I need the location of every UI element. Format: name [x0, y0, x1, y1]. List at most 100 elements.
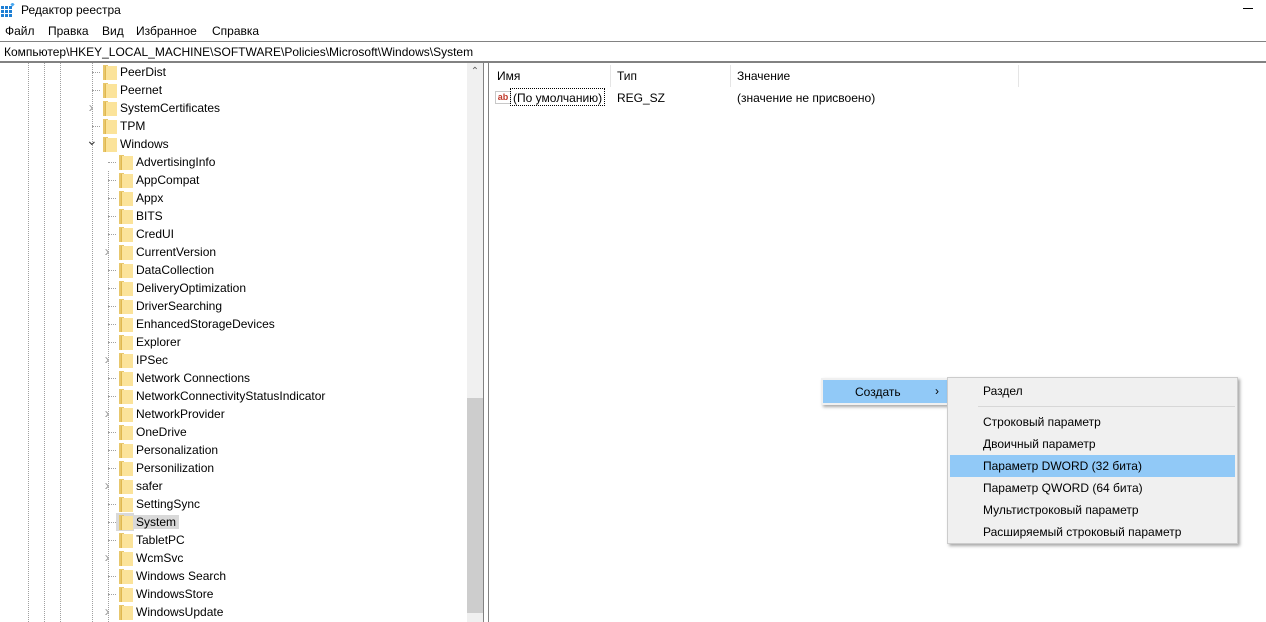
tree-item[interactable]: CredUI	[0, 225, 470, 243]
tree-item[interactable]: WindowsStore	[0, 585, 470, 603]
list-row[interactable]: ab (По умолчанию) REG_SZ (значение не пр…	[489, 88, 1266, 106]
tree-item[interactable]: Network Connections	[0, 369, 470, 387]
tree-item[interactable]: ⌄ Windows	[0, 133, 470, 153]
tree-item[interactable]: AppCompat	[0, 171, 470, 189]
tree-connector	[108, 342, 116, 343]
tree-item-label: NetworkProvider	[136, 407, 225, 421]
tree-item[interactable]: BITS	[0, 207, 470, 225]
tree-item[interactable]: TabletPC	[0, 531, 470, 549]
tree-item-label: CurrentVersion	[136, 245, 217, 259]
tree-item[interactable]: EnhancedStorageDevices	[0, 315, 470, 333]
submenu-item[interactable]: Параметр DWORD (32 бита)	[950, 455, 1235, 477]
menu-help[interactable]: Справка	[212, 24, 259, 38]
submenu-item[interactable]: Параметр QWORD (64 бита)	[950, 477, 1235, 499]
menu-view[interactable]: Вид	[102, 24, 124, 38]
tree-item[interactable]: System	[0, 513, 470, 531]
tree-connector	[108, 450, 116, 451]
tree-scrollbar[interactable]: ⌃	[467, 63, 483, 622]
chevron-right-icon[interactable]: ›	[102, 352, 112, 367]
tree-item[interactable]: Appx	[0, 189, 470, 207]
folder-icon	[118, 532, 133, 548]
folder-icon	[118, 262, 133, 278]
submenu-item-label: Двоичный параметр	[983, 437, 1096, 451]
column-header-value[interactable]: Значение	[737, 63, 790, 87]
chevron-right-icon[interactable]: ›	[102, 604, 112, 619]
column-separator[interactable]	[730, 65, 731, 87]
chevron-right-icon[interactable]: ›	[102, 550, 112, 565]
tree-item-label: Windows	[120, 137, 169, 151]
submenu-item[interactable]: Расширяемый строковый параметр	[950, 521, 1235, 543]
tree-item[interactable]: › safer	[0, 477, 470, 495]
tree-item[interactable]: Explorer	[0, 333, 470, 351]
menu-bar: Файл Правка Вид Избранное Справка	[0, 21, 1266, 41]
tree-item-label: SettingSync	[136, 497, 201, 511]
submenu-item[interactable]: Двоичный параметр	[950, 433, 1235, 455]
registry-tree[interactable]: PeerDist Peernet › SystemCertificates TPM ⌄ Wi…	[0, 63, 483, 622]
tree-item-label: SystemCertificates	[120, 101, 221, 115]
tree-item[interactable]: SettingSync	[0, 495, 470, 513]
value-data: (значение не присвоено)	[737, 91, 876, 105]
menu-file[interactable]: Файл	[5, 24, 35, 38]
tree-connector	[108, 198, 116, 199]
tree-item[interactable]: Personilization	[0, 459, 470, 477]
tree-item-label: Personilization	[136, 461, 215, 475]
tree-item-label: safer	[136, 479, 163, 493]
tree-item[interactable]: › WindowsUpdate	[0, 603, 470, 621]
column-separator[interactable]	[1018, 65, 1019, 87]
tree-connector	[92, 90, 100, 91]
tree-item[interactable]: › IPSec	[0, 351, 470, 369]
value-name[interactable]: (По умолчанию)	[510, 88, 606, 106]
tree-item[interactable]: OneDrive	[0, 423, 470, 441]
column-separator[interactable]	[610, 65, 611, 87]
folder-icon	[118, 190, 133, 206]
menu-item-label: Создать	[855, 385, 901, 399]
folder-icon	[118, 442, 133, 458]
tree-item-label: BITS	[136, 209, 163, 223]
tree-item-label: Windows Search	[136, 569, 227, 583]
chevron-right-icon[interactable]: ›	[102, 406, 112, 421]
tree-item[interactable]: › WcmSvc	[0, 549, 470, 567]
window-title: Редактор реестра	[21, 3, 121, 17]
scroll-up-icon[interactable]: ⌃	[467, 63, 483, 80]
folder-icon	[118, 352, 133, 368]
tree-item[interactable]: › SystemCertificates	[0, 99, 470, 117]
tree-item-label: DataCollection	[136, 263, 215, 277]
menu-edit[interactable]: Правка	[48, 24, 89, 38]
tree-item-label: AdvertisingInfo	[136, 155, 216, 169]
tree-item-label: WcmSvc	[136, 551, 184, 565]
column-header-type[interactable]: Тип	[617, 63, 637, 87]
tree-item[interactable]: TPM	[0, 117, 470, 135]
chevron-right-icon[interactable]: ›	[102, 478, 112, 493]
submenu-item[interactable]: Строковый параметр	[950, 411, 1235, 433]
chevron-right-icon[interactable]: ›	[102, 244, 112, 259]
tree-item[interactable]: DataCollection	[0, 261, 470, 279]
tree-item-label: OneDrive	[136, 425, 187, 439]
tree-item[interactable]: PeerDist	[0, 63, 470, 81]
folder-icon	[118, 514, 133, 530]
address-bar[interactable]: Компьютер\HKEY_LOCAL_MACHINE\SOFTWARE\Po…	[0, 41, 1266, 63]
scroll-thumb[interactable]	[467, 398, 483, 613]
chevron-down-icon[interactable]: ⌄	[86, 133, 98, 147]
tree-connector	[108, 378, 116, 379]
submenu-item[interactable]: Мультистроковый параметр	[950, 499, 1235, 521]
tree-item[interactable]: › NetworkProvider	[0, 405, 470, 423]
menu-favorites[interactable]: Избранное	[136, 24, 197, 38]
tree-item[interactable]: Windows Search	[0, 567, 470, 585]
chevron-right-icon[interactable]: ›	[86, 100, 96, 115]
tree-item-label: Peernet	[120, 83, 163, 97]
column-header-name[interactable]: Имя	[497, 63, 520, 87]
minimize-button[interactable]	[1230, 0, 1266, 21]
tree-item[interactable]: Peernet	[0, 81, 470, 99]
title-bar: Редактор реестра	[0, 0, 1266, 21]
tree-connector	[108, 576, 116, 577]
address-path[interactable]: Компьютер\HKEY_LOCAL_MACHINE\SOFTWARE\Po…	[4, 45, 473, 59]
menu-item-create[interactable]: Создать ›	[823, 380, 947, 403]
tree-item[interactable]: NetworkConnectivityStatusIndicator	[0, 387, 470, 405]
tree-item[interactable]: DriverSearching	[0, 297, 470, 315]
tree-item[interactable]: DeliveryOptimization	[0, 279, 470, 297]
tree-connector	[108, 468, 116, 469]
tree-item[interactable]: Personalization	[0, 441, 470, 459]
tree-item[interactable]: AdvertisingInfo	[0, 153, 470, 171]
tree-item[interactable]: › CurrentVersion	[0, 243, 470, 261]
submenu-item[interactable]: Раздел	[950, 380, 1235, 402]
